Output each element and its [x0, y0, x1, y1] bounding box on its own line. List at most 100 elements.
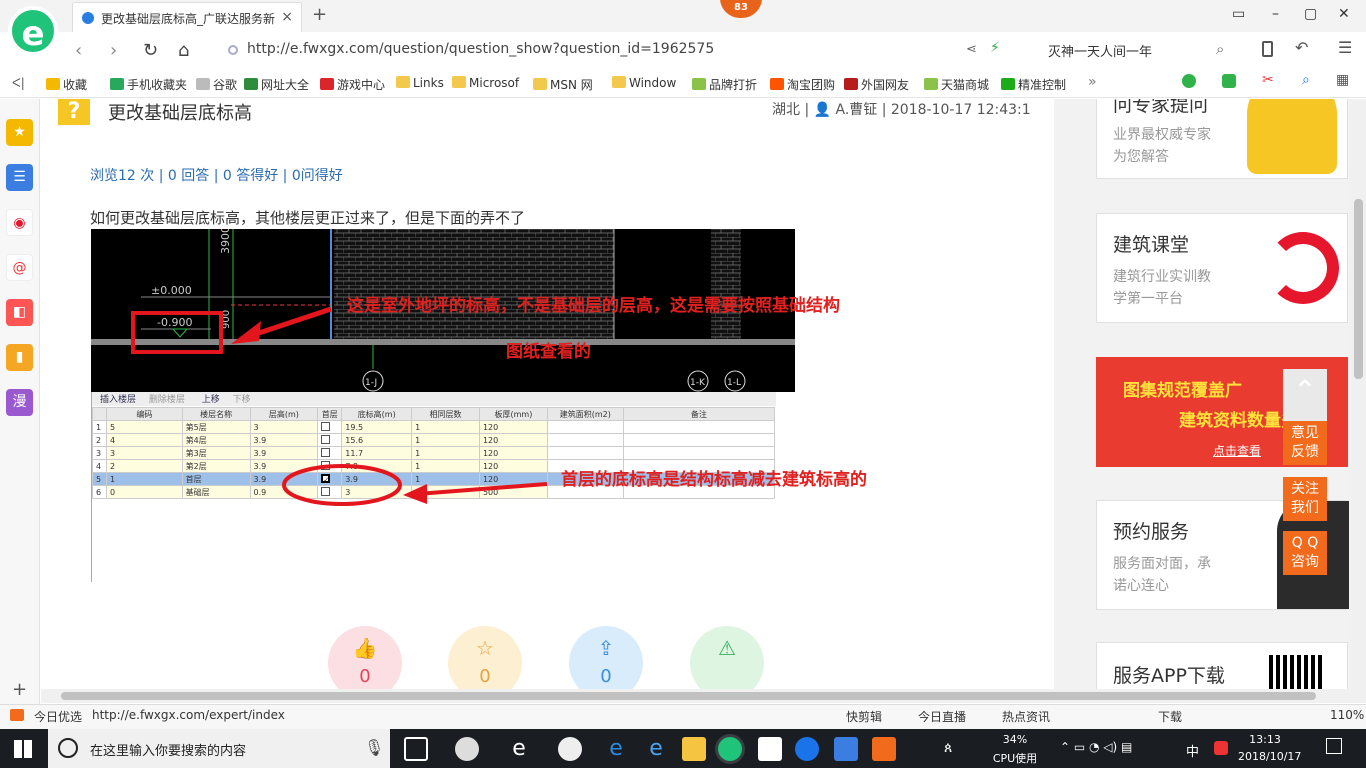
- table-cell: 2: [105, 459, 183, 473]
- follow-us-button[interactable]: 关注 我们: [1283, 477, 1327, 521]
- site-info-icon[interactable]: [228, 45, 238, 55]
- like-button[interactable]: 👍 0: [328, 626, 402, 689]
- close-window-button[interactable]: ✕: [1338, 6, 1350, 22]
- url-input[interactable]: http://e.fwxgx.com/question/question_sho…: [247, 41, 714, 57]
- skin-icon[interactable]: ▭: [1232, 6, 1245, 22]
- phone-icon[interactable]: [1262, 41, 1273, 57]
- pinwheel-app-icon[interactable]: [455, 737, 479, 761]
- zoom-icon[interactable]: ⌕: [1302, 72, 1310, 88]
- search-icon[interactable]: ⌕: [1216, 40, 1224, 58]
- browser-logo-icon[interactable]: e: [8, 6, 58, 56]
- home-button[interactable]: ⌂: [178, 40, 189, 61]
- table-cell: 1: [411, 446, 480, 460]
- cortana-icon[interactable]: [58, 738, 78, 758]
- share-icon[interactable]: ⋖: [966, 42, 977, 57]
- comic-sidebar-icon[interactable]: 漫: [6, 389, 33, 416]
- notification-center-icon[interactable]: [1326, 738, 1342, 754]
- edge-icon[interactable]: e: [604, 737, 628, 761]
- ask-expert-card[interactable]: 问专家提问 业界最权威专家 为您解答: [1096, 99, 1348, 179]
- forward-button[interactable]: ›: [110, 40, 117, 61]
- new-tab-button[interactable]: +: [312, 4, 327, 25]
- favorite-item[interactable]: Links: [396, 76, 444, 90]
- favorite-item[interactable]: 网址大全: [244, 76, 309, 93]
- weibo-sidebar-icon[interactable]: ◉: [6, 209, 33, 236]
- app-download-card[interactable]: 服务APP下载: [1096, 642, 1348, 689]
- qq-consult-button[interactable]: Q Q 咨询: [1283, 531, 1327, 575]
- ie-edge-icon[interactable]: e: [507, 737, 531, 761]
- favorite-item[interactable]: 品牌打折: [692, 76, 757, 93]
- g-app-icon[interactable]: [795, 737, 819, 761]
- file-explorer-icon[interactable]: [682, 737, 706, 761]
- favorite-item[interactable]: MSN 网: [533, 76, 593, 93]
- favorite-item[interactable]: 淘宝团购: [770, 76, 835, 93]
- favorite-item[interactable]: Window: [612, 76, 676, 90]
- game-sidebar-icon[interactable]: ◧: [6, 299, 33, 326]
- more-favorites-icon[interactable]: »: [1088, 74, 1097, 90]
- ime-indicator[interactable]: 中: [1186, 741, 1199, 760]
- download-link[interactable]: 下载: [1158, 708, 1182, 725]
- chrome-app-icon[interactable]: [558, 737, 582, 761]
- lightning-icon[interactable]: ⚡: [990, 40, 1000, 56]
- scissors-icon[interactable]: ✂: [1262, 72, 1274, 88]
- menu-icon[interactable]: ☰: [1338, 38, 1352, 57]
- tab-active[interactable]: 更改基础层底标高_广联达服务新 ×: [72, 2, 302, 32]
- clock-time[interactable]: 13:13: [1240, 733, 1290, 746]
- browser-taskbar-icon[interactable]: [718, 737, 742, 761]
- tray-icons[interactable]: ⌃ ▭ ◔ ◁) ▤: [1060, 740, 1132, 754]
- sidebar-toggle-icon[interactable]: ᐸ|: [12, 76, 25, 90]
- maximize-button[interactable]: ▢: [1304, 6, 1317, 22]
- today-picks-link[interactable]: 今日优选: [34, 708, 82, 725]
- search-input[interactable]: 灭神一天人间一年: [1048, 41, 1152, 60]
- favorite-item[interactable]: 手机收藏夹: [110, 76, 187, 93]
- clock-date[interactable]: 2018/10/17: [1238, 750, 1301, 763]
- people-icon[interactable]: ጰ: [944, 740, 952, 756]
- horizontal-scrollbar[interactable]: [41, 689, 1366, 703]
- mail-app-icon[interactable]: [758, 737, 782, 761]
- undo-icon[interactable]: ↶: [1295, 38, 1308, 57]
- hot-news-link[interactable]: 热点资讯: [1002, 708, 1050, 725]
- vertical-scrollbar[interactable]: [1351, 99, 1366, 689]
- favorite-item[interactable]: 外国网友: [844, 76, 909, 93]
- favorites-sidebar-icon[interactable]: ★: [6, 119, 33, 146]
- favorite-item[interactable]: 谷歌: [196, 76, 237, 93]
- quick-clip-link[interactable]: 快剪辑: [846, 708, 882, 725]
- table-cell: [622, 433, 776, 447]
- tab-close-icon[interactable]: ×: [281, 9, 293, 25]
- grid-apps-icon[interactable]: ▦: [1336, 72, 1349, 88]
- pdf-app-icon[interactable]: [872, 737, 896, 761]
- back-button[interactable]: ‹: [75, 40, 82, 61]
- live-today-link[interactable]: 今日直播: [918, 708, 966, 725]
- taskbar-search-input[interactable]: 在这里输入你要搜索的内容: [48, 729, 390, 768]
- table-cell: 3.9: [249, 446, 319, 460]
- feedback-button[interactable]: 意见 反馈: [1283, 421, 1327, 465]
- banner-link[interactable]: 点击查看: [1213, 442, 1261, 459]
- sogou-ime-icon[interactable]: [1214, 741, 1228, 755]
- calendar-app-icon[interactable]: [834, 737, 858, 761]
- news-sidebar-icon[interactable]: ☰: [6, 164, 33, 191]
- reload-button[interactable]: ↻: [143, 40, 158, 61]
- favorite-item[interactable]: 精准控制: [1001, 76, 1066, 93]
- windows-start-icon[interactable]: [14, 740, 32, 758]
- share-button[interactable]: ⇪ 0: [569, 626, 643, 689]
- book-sidebar-icon[interactable]: ▮: [6, 344, 33, 371]
- internet-explorer-icon[interactable]: e: [644, 737, 668, 761]
- favorite-item[interactable]: 收藏: [46, 76, 87, 93]
- vertical-scroll-thumb[interactable]: [1354, 199, 1363, 379]
- add-sidebar-icon[interactable]: +: [12, 679, 27, 700]
- horizontal-scroll-thumb[interactable]: [61, 692, 1316, 700]
- zoom-level[interactable]: 110%: [1330, 708, 1364, 722]
- report-button[interactable]: ⚠: [690, 626, 764, 689]
- favorite-item[interactable]: 天猫商城: [924, 76, 989, 93]
- translate-icon[interactable]: [1222, 74, 1236, 88]
- money-icon[interactable]: [1182, 74, 1196, 88]
- course-card[interactable]: 建筑课堂 建筑行业实训教 学第一平台: [1096, 213, 1348, 323]
- mail-sidebar-icon[interactable]: @: [6, 254, 33, 281]
- favorite-button[interactable]: ☆ 0: [448, 626, 522, 689]
- table-cell: 1: [411, 433, 480, 447]
- favorite-item[interactable]: 游戏中心: [320, 76, 385, 93]
- microphone-icon[interactable]: 🎙: [364, 738, 384, 757]
- minimize-button[interactable]: –: [1272, 6, 1279, 22]
- task-view-icon[interactable]: [404, 737, 428, 761]
- favorite-item[interactable]: Microsof: [452, 76, 519, 90]
- gift-icon[interactable]: [10, 709, 24, 721]
